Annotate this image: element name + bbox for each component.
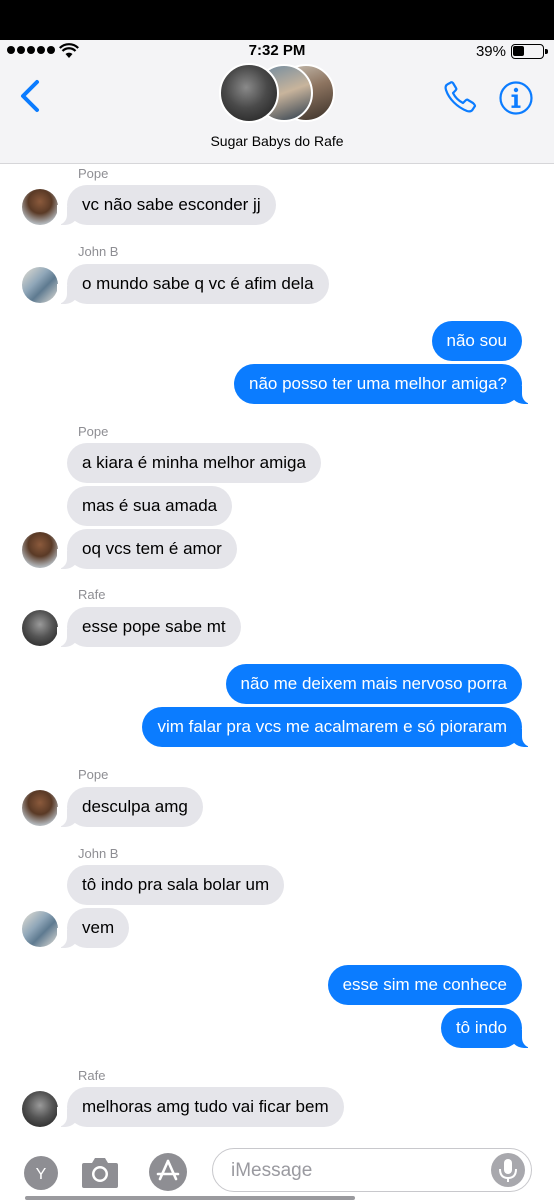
app-store-icon[interactable]: [145, 1152, 191, 1192]
bottom-strip: [25, 1196, 355, 1200]
message-text: vc não sabe esconder jj: [82, 195, 261, 214]
incoming-message[interactable]: mas é sua amada: [67, 486, 233, 526]
sender-name: Pope: [78, 166, 109, 181]
sender-name: Pope: [78, 424, 109, 439]
outgoing-message[interactable]: não sou: [431, 321, 522, 361]
group-avatar-stack[interactable]: [219, 62, 337, 124]
message-text: mas é sua amada: [82, 496, 218, 515]
sender-name: John B: [78, 244, 119, 259]
battery-icon: [511, 44, 548, 59]
message-text: o mundo sabe q vc é afim dela: [82, 274, 314, 293]
message-text: não me deixem mais nervoso porra: [240, 674, 507, 693]
incoming-message[interactable]: tô indo pra sala bolar um: [67, 865, 285, 905]
sender-name: Rafe: [78, 1068, 106, 1083]
incoming-message[interactable]: melhoras amg tudo vai ficar bem: [57, 1087, 344, 1127]
message-text: desculpa amg: [82, 797, 188, 816]
outgoing-message[interactable]: vim falar pra vcs me acalmarem e só pior…: [142, 707, 532, 747]
app-drawer-letter: Y: [36, 1166, 47, 1183]
message-text: vim falar pra vcs me acalmarem e só pior…: [157, 717, 507, 736]
message-text: não posso ter uma melhor amiga?: [249, 374, 507, 393]
message-composer: Y: [0, 1148, 554, 1200]
incoming-message[interactable]: desculpa amg: [57, 787, 203, 827]
sender-name: Rafe: [78, 587, 106, 602]
message-text: a kiara é minha melhor amiga: [82, 453, 306, 472]
battery-percentage: 39%: [475, 43, 506, 60]
sender-name: John B: [78, 846, 119, 861]
message-text: vem: [82, 918, 115, 937]
incoming-message[interactable]: vc não sabe esconder jj: [57, 185, 276, 225]
sender-avatar[interactable]: [22, 189, 58, 225]
microphone-icon[interactable]: [491, 1153, 525, 1187]
message-text: oq vcs tem é amor: [82, 539, 222, 558]
message-text: não sou: [446, 331, 508, 350]
outgoing-message[interactable]: não posso ter uma melhor amiga?: [234, 364, 532, 404]
outgoing-message[interactable]: tô indo: [440, 1008, 533, 1048]
outgoing-message[interactable]: não me deixem mais nervoso porra: [225, 664, 522, 704]
incoming-message[interactable]: vem: [56, 908, 130, 948]
sender-avatar[interactable]: [22, 1091, 58, 1127]
status-time: 7:32 PM: [248, 42, 306, 59]
sender-avatar[interactable]: [22, 532, 58, 568]
message-text: melhoras amg tudo vai ficar bem: [82, 1097, 329, 1116]
incoming-message[interactable]: a kiara é minha melhor amiga: [67, 443, 321, 483]
sender-avatar[interactable]: [22, 610, 58, 646]
incoming-message[interactable]: esse pope sabe mt: [57, 607, 241, 647]
message-input[interactable]: [212, 1148, 532, 1192]
phone-icon[interactable]: [441, 80, 479, 116]
message-text: tô indo: [455, 1018, 507, 1037]
message-thread[interactable]: Pope vc não sabe esconder jj John B o mu…: [0, 165, 554, 1148]
status-bar: 7:32 PM 39%: [0, 40, 554, 62]
group-member-avatar: [219, 63, 279, 123]
sender-avatar[interactable]: [22, 267, 58, 303]
incoming-message[interactable]: oq vcs tem é amor: [57, 529, 237, 569]
info-icon[interactable]: [498, 80, 534, 116]
device-top-bar: [0, 0, 554, 40]
incoming-message[interactable]: o mundo sabe q vc é afim dela: [57, 264, 329, 304]
back-button[interactable]: [16, 78, 46, 114]
imessage-field[interactable]: [231, 1158, 491, 1184]
conversation-header: 7:32 PM 39% Sugar Babys do Rafe: [0, 40, 554, 164]
outgoing-message[interactable]: esse sim me conhece: [327, 965, 522, 1005]
message-text: esse pope sabe mt: [82, 617, 226, 636]
group-name[interactable]: Sugar Babys do Rafe: [0, 133, 554, 149]
sender-avatar[interactable]: [22, 911, 58, 947]
app-drawer-icon[interactable]: Y: [22, 1154, 60, 1192]
message-text: tô indo pra sala bolar um: [82, 875, 270, 894]
sender-avatar[interactable]: [22, 790, 58, 826]
message-text: esse sim me conhece: [342, 975, 507, 994]
camera-icon[interactable]: [80, 1154, 120, 1190]
sender-name: Pope: [78, 767, 109, 782]
